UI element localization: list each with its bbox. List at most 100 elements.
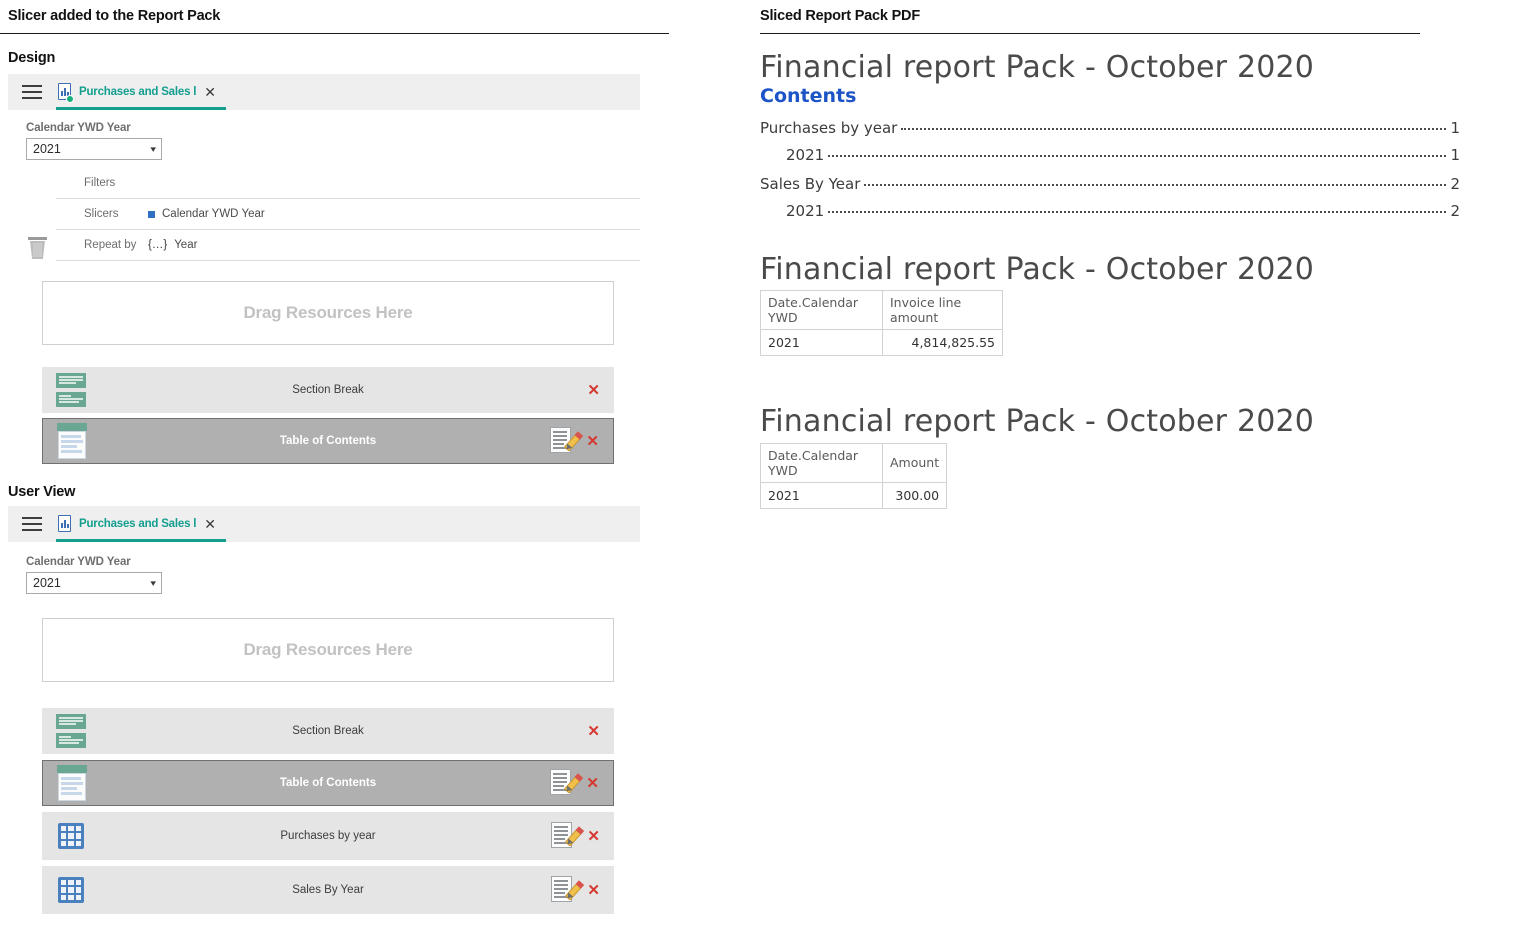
section-break-icon — [54, 373, 88, 407]
resource-title: Table of Contents — [43, 777, 613, 789]
meta-value: Year — [174, 239, 197, 251]
resource-actions: ✕ — [550, 427, 613, 455]
menu-hamburger-icon[interactable] — [22, 85, 42, 99]
menu-hamburger-icon[interactable] — [22, 517, 42, 531]
remove-resource-icon[interactable]: ✕ — [587, 829, 600, 844]
tab-close-icon[interactable]: ✕ — [202, 517, 218, 531]
slicer-year-value: 2021 — [33, 142, 61, 156]
column-header: Amount — [883, 443, 947, 482]
meta-key: Repeat by — [84, 239, 148, 251]
design-tabstrip: Purchases and Sales l ✕ — [8, 74, 640, 110]
table-row: 2021 300.00 — [761, 482, 947, 508]
chevron-down-icon: ▾ — [151, 578, 157, 589]
meta-row-slicers[interactable]: Slicers Calendar YWD Year — [56, 199, 640, 230]
table-cell: 4,814,825.55 — [883, 330, 1003, 356]
design-panel-body: Calendar YWD Year 2021 ▾ Filters — [8, 110, 640, 464]
trash-icon[interactable] — [28, 237, 47, 259]
toc-label: Sales By Year — [760, 175, 860, 193]
left-header-divider — [0, 33, 669, 34]
column-header: Invoice line amount — [883, 291, 1003, 330]
resource-title: Purchases by year — [42, 830, 614, 842]
remove-resource-icon[interactable]: ✕ — [586, 434, 599, 449]
toc-entry[interactable]: Purchases by year 1 — [760, 119, 1460, 137]
pdf-page-title: Financial report Pack - October 2020 — [760, 50, 1460, 87]
tab-purchases-and-sales[interactable]: Purchases and Sales l ✕ — [52, 74, 226, 110]
meta-row-repeat-by[interactable]: Repeat by {…} Year — [56, 230, 640, 261]
resource-row-table-of-contents[interactable]: Table of Contents ✕ — [42, 418, 614, 464]
grid-table-icon — [54, 877, 88, 903]
report-document-icon — [56, 515, 73, 534]
meta-key: Slicers — [84, 208, 148, 220]
table-cell: 2021 — [761, 330, 883, 356]
resource-row-section-break[interactable]: Section Break ✕ — [42, 708, 614, 754]
pdf-page-title: Financial report Pack - October 2020 — [760, 252, 1460, 289]
edit-resource-icon[interactable] — [551, 876, 577, 904]
resource-title: Section Break — [42, 384, 614, 396]
edit-resource-icon[interactable] — [550, 769, 576, 797]
toc-page-number: 1 — [1450, 119, 1460, 137]
toc-leader-dots — [828, 155, 1446, 157]
user-view-panel-body: Calendar YWD Year 2021 ▾ Drag Resources … — [8, 542, 640, 914]
toc-label: 2021 — [786, 202, 824, 220]
toc-page-number: 2 — [1450, 202, 1460, 220]
user-view-section-label: User View — [8, 484, 75, 500]
meta-value: Calendar YWD Year — [162, 208, 265, 220]
pdf-page-contents: Financial report Pack - October 2020 Con… — [760, 50, 1460, 220]
toc-entry[interactable]: Sales By Year 2 — [760, 175, 1460, 193]
slicer-year-dropdown[interactable]: 2021 ▾ — [26, 572, 162, 594]
design-panel: Purchases and Sales l ✕ Calendar YWD Yea… — [8, 74, 640, 469]
purchases-table: Date.Calendar YWD Invoice line amount 20… — [760, 290, 1003, 356]
tab-label: Purchases and Sales l — [79, 86, 196, 98]
resource-row-section-break[interactable]: Section Break ✕ — [42, 367, 614, 413]
meta-row-filters[interactable]: Filters — [56, 168, 640, 199]
slicer-chip-icon — [148, 211, 155, 218]
table-row: 2021 4,814,825.55 — [761, 330, 1003, 356]
table-header-row: Date.Calendar YWD Amount — [761, 443, 947, 482]
resource-row-purchases-by-year[interactable]: Purchases by year ✕ — [42, 812, 614, 860]
edit-resource-icon[interactable] — [551, 822, 577, 850]
column-header: Date.Calendar YWD — [761, 291, 883, 330]
toc-entry[interactable]: 2021 2 — [760, 202, 1460, 220]
toc-leader-dots — [901, 128, 1446, 130]
sales-table: Date.Calendar YWD Amount 2021 300.00 — [760, 443, 947, 509]
left-column: Slicer added to the Report Pack Design P… — [0, 0, 700, 925]
remove-resource-icon[interactable]: ✕ — [587, 883, 600, 898]
toc-label: Purchases by year — [760, 119, 897, 137]
user-view-tabstrip: Purchases and Sales l ✕ — [8, 506, 640, 542]
edit-resource-icon[interactable] — [550, 427, 576, 455]
resource-title: Section Break — [42, 725, 614, 737]
table-of-contents-icon — [55, 765, 89, 801]
toc-label: 2021 — [786, 146, 824, 164]
toc-entry[interactable]: 2021 1 — [760, 146, 1460, 164]
resource-actions: ✕ — [550, 769, 613, 797]
remove-resource-icon[interactable]: ✕ — [587, 383, 600, 398]
user-view-panel: Purchases and Sales l ✕ Calendar YWD Yea… — [8, 506, 640, 920]
design-dropzone[interactable]: Drag Resources Here — [42, 281, 614, 345]
toc-page-number: 1 — [1450, 146, 1460, 164]
slicer-year-dropdown[interactable]: 2021 ▾ — [26, 138, 162, 160]
resource-actions: ✕ — [587, 724, 614, 739]
toc-leader-dots — [828, 211, 1446, 213]
user-view-dropzone[interactable]: Drag Resources Here — [42, 618, 614, 682]
pdf-page-purchases: Financial report Pack - October 2020 Dat… — [760, 252, 1460, 357]
resource-actions: ✕ — [551, 876, 614, 904]
remove-resource-icon[interactable]: ✕ — [587, 724, 600, 739]
resource-actions: ✕ — [587, 383, 614, 398]
user-view-resource-list: Section Break ✕ — [42, 708, 614, 914]
screenshot-root: Slicer added to the Report Pack Design P… — [0, 0, 1527, 925]
remove-resource-icon[interactable]: ✕ — [586, 776, 599, 791]
design-meta-rows: Filters Slicers Calendar YWD Year Repeat… — [8, 168, 640, 261]
pdf-contents-heading: Contents — [760, 85, 1460, 107]
report-document-icon — [56, 83, 73, 102]
pdf-table-of-contents: Purchases by year 1 2021 1 Sales By Year… — [760, 119, 1460, 220]
slicer-label: Calendar YWD Year — [26, 556, 640, 568]
resource-row-table-of-contents[interactable]: Table of Contents ✕ — [42, 760, 614, 806]
tab-close-icon[interactable]: ✕ — [202, 85, 218, 99]
toc-page-number: 2 — [1450, 175, 1460, 193]
expression-braces-icon: {…} — [148, 239, 167, 251]
meta-key: Filters — [84, 177, 148, 189]
table-cell: 300.00 — [883, 482, 947, 508]
tab-purchases-and-sales[interactable]: Purchases and Sales l ✕ — [52, 506, 226, 542]
toc-leader-dots — [864, 184, 1446, 186]
resource-row-sales-by-year[interactable]: Sales By Year ✕ — [42, 866, 614, 914]
